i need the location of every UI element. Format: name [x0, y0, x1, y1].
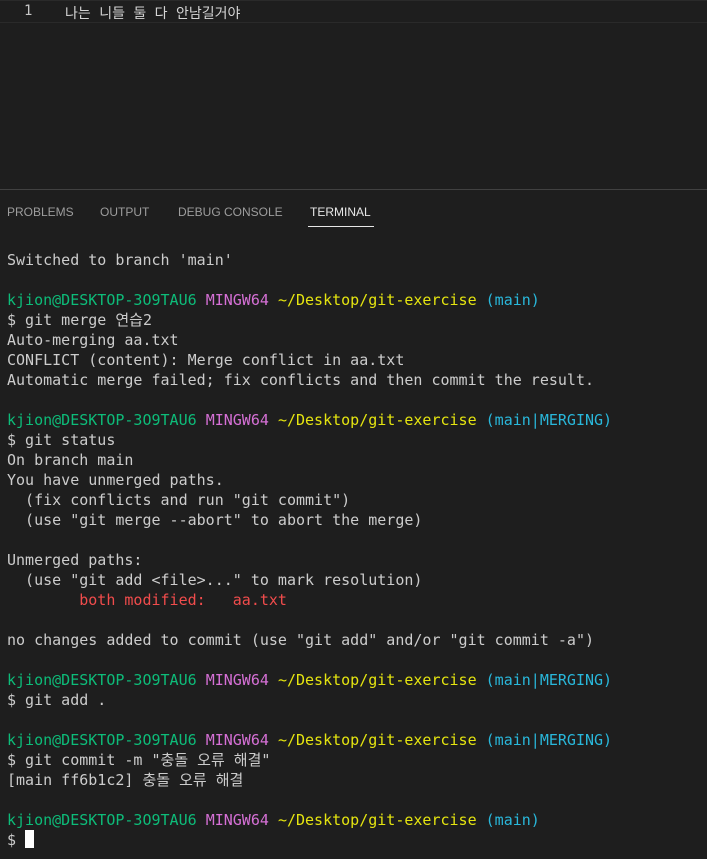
prompt-branch: (main|MERGING): [485, 671, 613, 689]
terminal-input-line[interactable]: $: [7, 830, 707, 850]
prompt-shell: MINGW64: [205, 731, 269, 749]
terminal-command: $ git status: [7, 431, 116, 449]
terminal-command: $ git commit -m "충돌 오류 해결": [7, 751, 271, 769]
terminal-prompt: kjion@DESKTOP-3O9TAU6 MINGW64 ~/Desktop/…: [7, 810, 707, 830]
line-number: 1: [24, 3, 33, 19]
terminal-line: [main ff6b1c2] 충돌 오류 해결: [7, 771, 244, 789]
terminal-line: Automatic merge failed; fix conflicts an…: [7, 371, 594, 389]
terminal-error-line: both modified: aa.txt: [7, 591, 287, 609]
prompt-shell: MINGW64: [205, 411, 269, 429]
prompt-branch: (main|MERGING): [485, 411, 613, 429]
terminal-output[interactable]: Switched to branch 'main' kjion@DESKTOP-…: [7, 250, 707, 850]
prompt-branch: (main): [485, 291, 540, 309]
terminal-cursor[interactable]: [25, 830, 35, 848]
prompt-branch: (main|MERGING): [485, 731, 613, 749]
line-content[interactable]: 나는 니들 둘 다 안남길거야: [65, 3, 240, 23]
terminal-line: Auto-merging aa.txt: [7, 331, 179, 349]
prompt-shell: MINGW64: [205, 671, 269, 689]
prompt-user-host: kjion@DESKTOP-3O9TAU6: [7, 291, 197, 309]
terminal-line: no changes added to commit (use "git add…: [7, 631, 594, 649]
panel-tabs: PROBLEMS OUTPUT DEBUG CONSOLE TERMINAL: [0, 190, 707, 230]
prompt-shell: MINGW64: [205, 811, 269, 829]
prompt-dollar: $: [7, 831, 26, 849]
prompt-path: ~/Desktop/git-exercise: [277, 731, 477, 749]
prompt-user-host: kjion@DESKTOP-3O9TAU6: [7, 671, 197, 689]
tab-output[interactable]: OUTPUT: [100, 205, 149, 219]
active-tab-indicator: [308, 226, 374, 227]
prompt-user-host: kjion@DESKTOP-3O9TAU6: [7, 811, 197, 829]
terminal-line: (use "git add <file>..." to mark resolut…: [7, 571, 423, 589]
terminal-line: You have unmerged paths.: [7, 471, 224, 489]
terminal-line: (fix conflicts and run "git commit"): [7, 491, 351, 509]
terminal-prompt: kjion@DESKTOP-3O9TAU6 MINGW64 ~/Desktop/…: [7, 730, 707, 750]
prompt-path: ~/Desktop/git-exercise: [277, 811, 477, 829]
terminal-prompt: kjion@DESKTOP-3O9TAU6 MINGW64 ~/Desktop/…: [7, 290, 707, 310]
terminal-prompt: kjion@DESKTOP-3O9TAU6 MINGW64 ~/Desktop/…: [7, 670, 707, 690]
tab-debug-console[interactable]: DEBUG CONSOLE: [178, 205, 283, 219]
tab-terminal[interactable]: TERMINAL: [310, 205, 371, 219]
editor-line-1[interactable]: 1 나는 니들 둘 다 안남길거야: [0, 0, 707, 23]
prompt-path: ~/Desktop/git-exercise: [277, 291, 477, 309]
prompt-shell: MINGW64: [205, 291, 269, 309]
terminal-prompt: kjion@DESKTOP-3O9TAU6 MINGW64 ~/Desktop/…: [7, 410, 707, 430]
terminal-line: Unmerged paths:: [7, 551, 143, 569]
terminal-line: CONFLICT (content): Merge conflict in aa…: [7, 351, 405, 369]
prompt-user-host: kjion@DESKTOP-3O9TAU6: [7, 731, 197, 749]
terminal-command: $ git merge 연습2: [7, 311, 153, 329]
prompt-path: ~/Desktop/git-exercise: [277, 671, 477, 689]
bottom-panel: PROBLEMS OUTPUT DEBUG CONSOLE TERMINAL S…: [0, 189, 707, 859]
terminal-line: Switched to branch 'main': [7, 251, 233, 269]
tab-problems[interactable]: PROBLEMS: [7, 205, 74, 219]
terminal-line: On branch main: [7, 451, 134, 469]
code-editor[interactable]: 1 나는 니들 둘 다 안남길거야: [0, 0, 707, 189]
terminal-command: $ git add .: [7, 691, 107, 709]
prompt-user-host: kjion@DESKTOP-3O9TAU6: [7, 411, 197, 429]
terminal-line: (use "git merge --abort" to abort the me…: [7, 511, 423, 529]
prompt-branch: (main): [485, 811, 540, 829]
prompt-path: ~/Desktop/git-exercise: [277, 411, 477, 429]
